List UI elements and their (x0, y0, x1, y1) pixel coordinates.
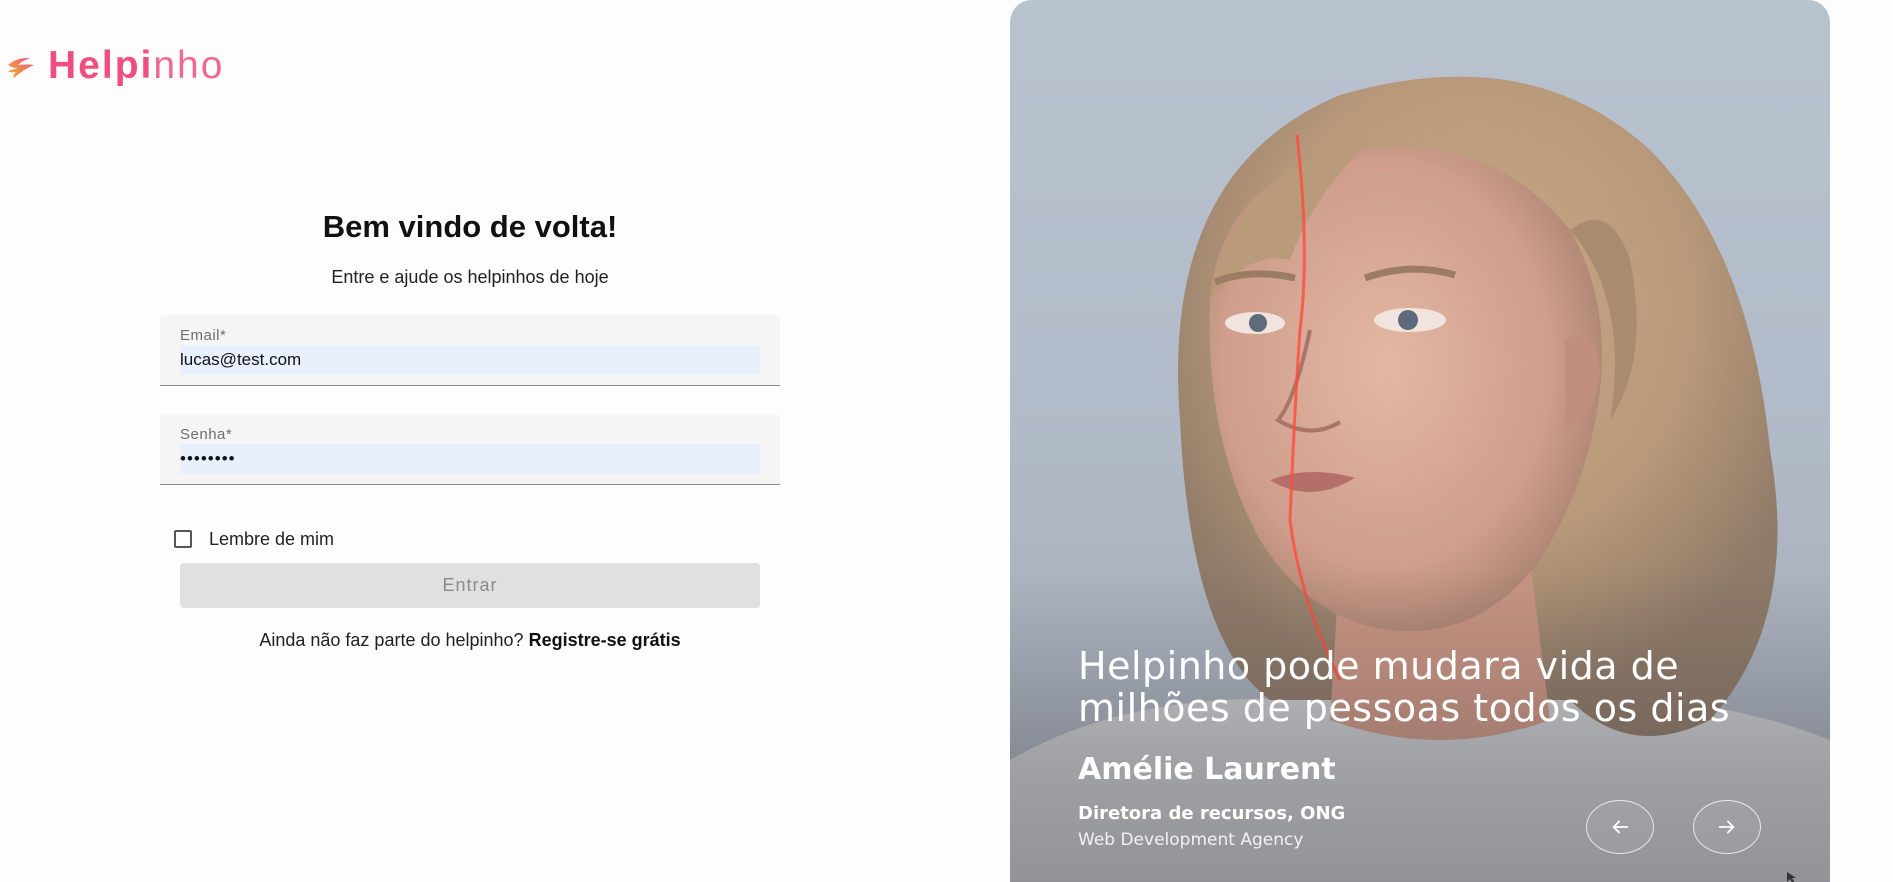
carousel-next-button[interactable] (1693, 800, 1761, 854)
email-label: Email* (180, 327, 227, 344)
remember-label[interactable]: Lembre de mim (209, 529, 334, 550)
hero-quote: Helpinho pode mudara vida de milhões de … (1078, 644, 1731, 730)
signup-link[interactable]: Registre-se grátis (529, 630, 681, 650)
email-input[interactable] (180, 345, 760, 375)
carousel-prev-button[interactable] (1586, 800, 1654, 854)
login-button[interactable]: Entrar (180, 563, 760, 608)
logo-text-light: nho (153, 43, 225, 87)
hero-author-name: Amélie Laurent (1078, 752, 1336, 787)
helping-hand-icon (8, 57, 34, 78)
password-input[interactable] (180, 444, 760, 474)
logo-text-strong: Helpi (48, 43, 154, 87)
logo-text: Helpinho (48, 46, 224, 85)
hero-panel: Helpinho pode mudara vida de milhões de … (1010, 0, 1830, 882)
signup-prompt-text: Ainda não faz parte do helpinho? (259, 630, 524, 650)
email-field[interactable]: Email* (160, 315, 780, 386)
remember-checkbox[interactable] (174, 530, 192, 548)
signup-prompt: Ainda não faz parte do helpinho? Registr… (160, 630, 780, 651)
login-page: Helpinho Bem vindo de volta! Entre e aju… (0, 0, 1893, 882)
mouse-cursor-icon (1787, 872, 1796, 882)
arrow-left-icon (1612, 820, 1629, 834)
login-form: Bem vindo de volta! Entre e ajude os hel… (160, 200, 780, 651)
password-label: Senha* (180, 426, 233, 443)
page-subtitle: Entre e ajude os helpinhos de hoje (331, 267, 609, 287)
hero-author-role: Diretora de recursos, ONG (1078, 803, 1346, 824)
remember-me[interactable]: Lembre de mim (174, 527, 780, 551)
arrow-right-icon (1718, 820, 1735, 834)
hero-author-company: Web Development Agency (1078, 830, 1304, 850)
logo[interactable]: Helpinho (4, 45, 224, 85)
page-title: Bem vindo de volta! (322, 209, 618, 244)
password-field[interactable]: Senha* (160, 414, 780, 485)
